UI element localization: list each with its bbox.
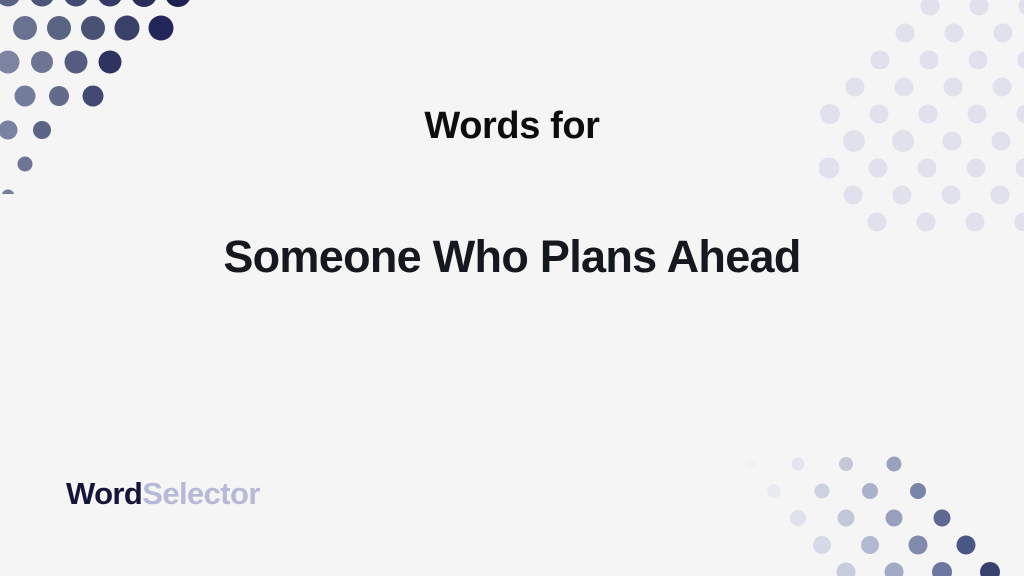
eyebrow-title: Words for [424,105,600,147]
brand-logo[interactable]: WordSelector [66,478,260,509]
slide-canvas: Words for Someone Who Plans Ahead WordSe… [0,0,1024,576]
dot-triangle-bottom-right-svg [745,456,1000,576]
dot-triangle-top-left-svg [0,0,190,194]
page-title: Someone Who Plans Ahead [223,231,801,282]
brand-logo-primary: Word [66,476,143,511]
brand-logo-secondary: Selector [142,476,260,511]
decoration-dot-triangle-bottom-right [726,440,1024,576]
decoration-dot-triangle-top-left [0,0,240,194]
